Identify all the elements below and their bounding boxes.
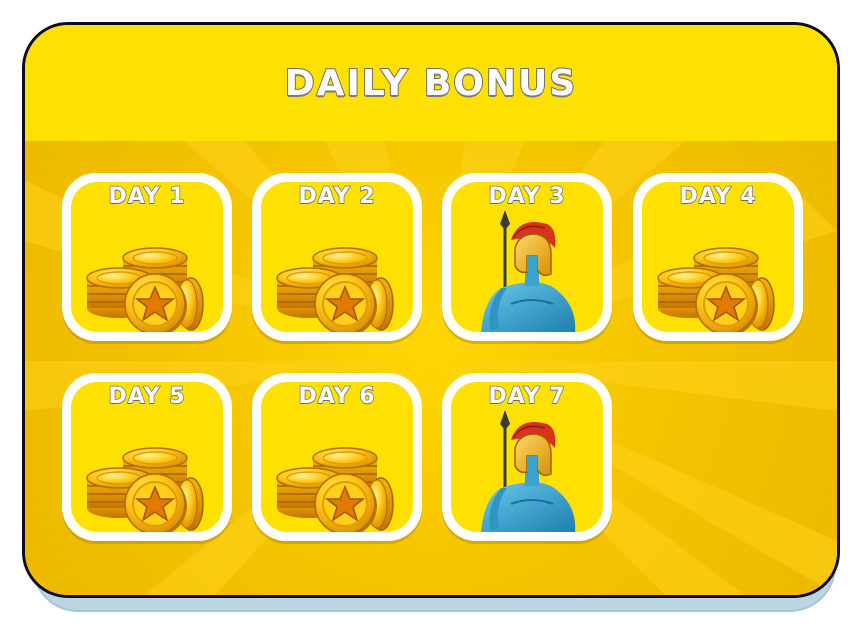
day-7-label: DAY 7 <box>488 383 566 410</box>
day-5-card[interactable]: DAY 5 <box>62 373 232 541</box>
daily-bonus-screen: DAILY BONUS DAY 1 DAY 2 DAY 3 DAY 4 DAY … <box>0 0 862 626</box>
day-1-card-inner: DAY 1 <box>71 182 223 332</box>
day-3-card[interactable]: DAY 3 <box>442 173 612 341</box>
day-6-card-inner: DAY 6 <box>261 382 413 532</box>
panel-title: DAILY BONUS <box>284 62 578 105</box>
coins-icon <box>657 247 775 332</box>
day-3-card-inner: DAY 3 <box>451 182 603 332</box>
spartan-warrior-icon <box>479 408 577 532</box>
coins-icon <box>86 247 204 332</box>
day-2-card-inner: DAY 2 <box>261 182 413 332</box>
coins-icon <box>86 447 204 532</box>
spartan-warrior-icon <box>479 208 577 332</box>
day-2-label: DAY 2 <box>298 183 376 210</box>
day-2-card[interactable]: DAY 2 <box>252 173 422 341</box>
day-5-label: DAY 5 <box>108 383 186 410</box>
day-1-label: DAY 1 <box>108 183 186 210</box>
day-4-card-inner: DAY 4 <box>642 182 794 332</box>
day-6-card[interactable]: DAY 6 <box>252 373 422 541</box>
day-7-card-inner: DAY 7 <box>451 382 603 532</box>
day-3-label: DAY 3 <box>488 183 566 210</box>
coins-icon <box>276 247 394 332</box>
coins-icon <box>276 447 394 532</box>
day-6-label: DAY 6 <box>298 383 376 410</box>
day-7-card[interactable]: DAY 7 <box>442 373 612 541</box>
panel-header: DAILY BONUS <box>25 25 837 141</box>
day-4-label: DAY 4 <box>679 183 757 210</box>
day-5-card-inner: DAY 5 <box>71 382 223 532</box>
day-4-card[interactable]: DAY 4 <box>633 173 803 341</box>
day-1-card[interactable]: DAY 1 <box>62 173 232 341</box>
